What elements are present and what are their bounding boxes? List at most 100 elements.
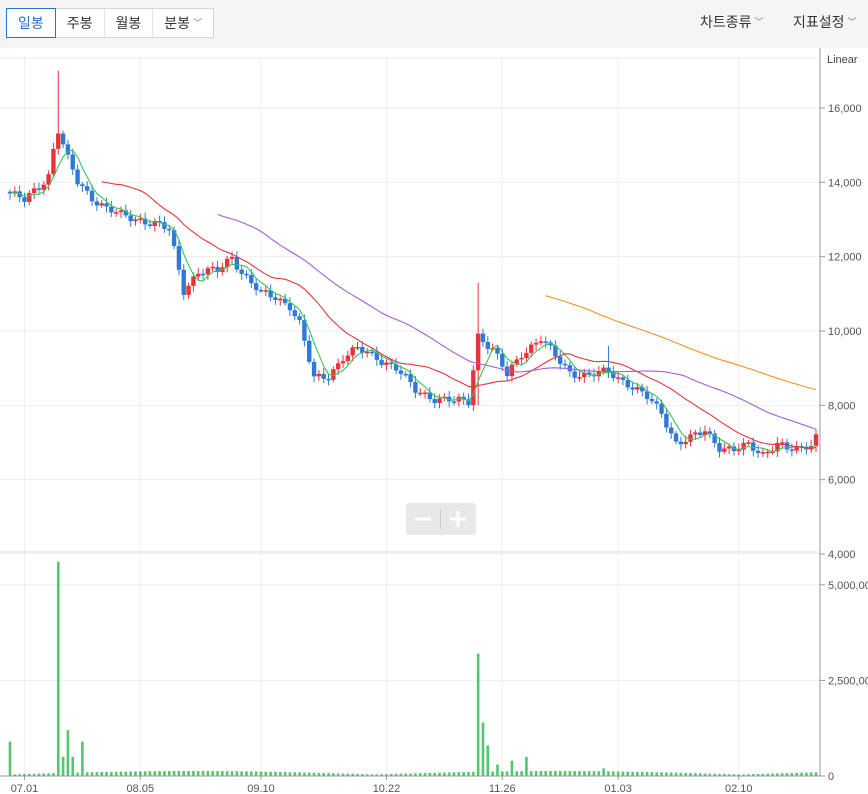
volume-bar: [153, 771, 157, 776]
candle-body: [316, 373, 322, 377]
candle-body: [389, 362, 394, 365]
time-tick-label: 10.22: [373, 783, 401, 794]
volume-bar: [187, 771, 190, 776]
candle-body: [369, 351, 375, 354]
candle-body: [104, 203, 109, 207]
candle: [31, 182, 37, 199]
chart-type-dropdown[interactable]: 차트종류 ﹀: [700, 12, 764, 32]
indicator-settings-label: 지표설정: [793, 14, 845, 30]
volume-bar: [573, 771, 576, 776]
candle: [113, 208, 119, 217]
stock-chart[interactable]: 4,000 6,000 8,000 10,000 12,000 14,000 16,000 0…: [0, 48, 868, 794]
candle-body: [292, 310, 297, 317]
volume-bar: [114, 771, 118, 776]
candle: [722, 442, 727, 455]
tab-weekly[interactable]: 주봉: [56, 9, 105, 37]
candle-body: [326, 378, 331, 381]
candle-body: [437, 398, 442, 404]
candle-body: [533, 342, 539, 345]
indicator-settings-dropdown[interactable]: 지표설정 ﹀: [793, 12, 857, 32]
volume-bar: [216, 771, 219, 776]
volume-bar: [805, 772, 808, 776]
period-tabs: 일봉 주봉 월봉 분봉 ﹀: [6, 8, 215, 38]
volume-bar: [307, 772, 311, 776]
candle: [485, 336, 491, 355]
volume-bar: [525, 756, 528, 776]
candle-body: [765, 451, 770, 454]
candle-body: [693, 432, 698, 435]
volume-bar: [486, 745, 490, 776]
candle-body: [278, 298, 283, 301]
candle: [669, 422, 674, 440]
volume-bar: [607, 771, 610, 776]
volume-bar: [250, 771, 253, 776]
volume-bar: [148, 771, 152, 776]
volume-bar: [95, 772, 99, 776]
candle-body: [418, 392, 423, 395]
candle-body: [27, 193, 32, 202]
tab-daily[interactable]: 일봉: [6, 8, 56, 38]
volume-bar: [462, 772, 465, 776]
scale-label[interactable]: Linear: [827, 54, 858, 66]
candle: [746, 439, 751, 446]
volume-bar: [578, 771, 581, 776]
candle-body: [244, 273, 249, 276]
volume-bar: [274, 771, 277, 776]
candle-body: [205, 268, 211, 275]
time-tick-label: 09.10: [247, 783, 275, 794]
candle: [533, 338, 539, 351]
candle-body: [746, 442, 751, 444]
candle-body: [297, 316, 302, 321]
candle-body: [80, 184, 85, 187]
volume-bar: [814, 772, 818, 776]
candle: [678, 436, 684, 451]
zoom-out-button[interactable]: [406, 503, 440, 535]
candle: [519, 352, 524, 366]
candle: [224, 255, 230, 273]
candle-body: [485, 341, 491, 349]
candle-body: [558, 356, 563, 364]
candle-body: [722, 448, 727, 452]
volume-bar: [602, 768, 605, 776]
volume-bar: [269, 771, 272, 776]
candle-body: [717, 443, 722, 452]
candle-body: [345, 355, 351, 362]
tab-monthly[interactable]: 월봉: [105, 9, 154, 37]
zoom-in-button[interactable]: [441, 503, 475, 535]
candle-body: [147, 224, 153, 226]
candle: [321, 368, 326, 384]
candle-body: [572, 371, 577, 378]
candle-body: [335, 363, 341, 370]
volume-bar: [221, 771, 224, 776]
candle-body: [630, 387, 635, 390]
candle-body: [60, 133, 66, 145]
candle-body: [181, 269, 186, 295]
candle: [775, 437, 780, 457]
time-tick-label: 11.26: [489, 783, 516, 794]
tab-minute[interactable]: 분봉 ﹀: [153, 9, 213, 37]
volume-bar: [163, 771, 166, 776]
volume-bar: [158, 771, 161, 776]
volume-bar: [182, 771, 186, 776]
candle-body: [780, 442, 785, 444]
volume-plot: [8, 561, 818, 776]
candle: [456, 393, 462, 407]
candle: [80, 181, 85, 193]
candle: [712, 430, 717, 448]
candle: [340, 355, 346, 368]
candle-body: [615, 377, 621, 379]
candle: [422, 389, 428, 399]
candle: [403, 371, 408, 378]
candle-body: [538, 341, 544, 343]
candle: [234, 251, 240, 273]
candle-body: [529, 344, 534, 353]
candle-body: [350, 347, 355, 356]
volume-bar: [611, 771, 615, 776]
candle: [654, 397, 659, 410]
volume-bar: [583, 771, 586, 776]
volume-bar: [254, 771, 258, 776]
candle: [99, 200, 104, 208]
candle-body: [200, 273, 206, 276]
candle: [292, 305, 297, 321]
price-tick-label: 6,000: [828, 475, 856, 487]
